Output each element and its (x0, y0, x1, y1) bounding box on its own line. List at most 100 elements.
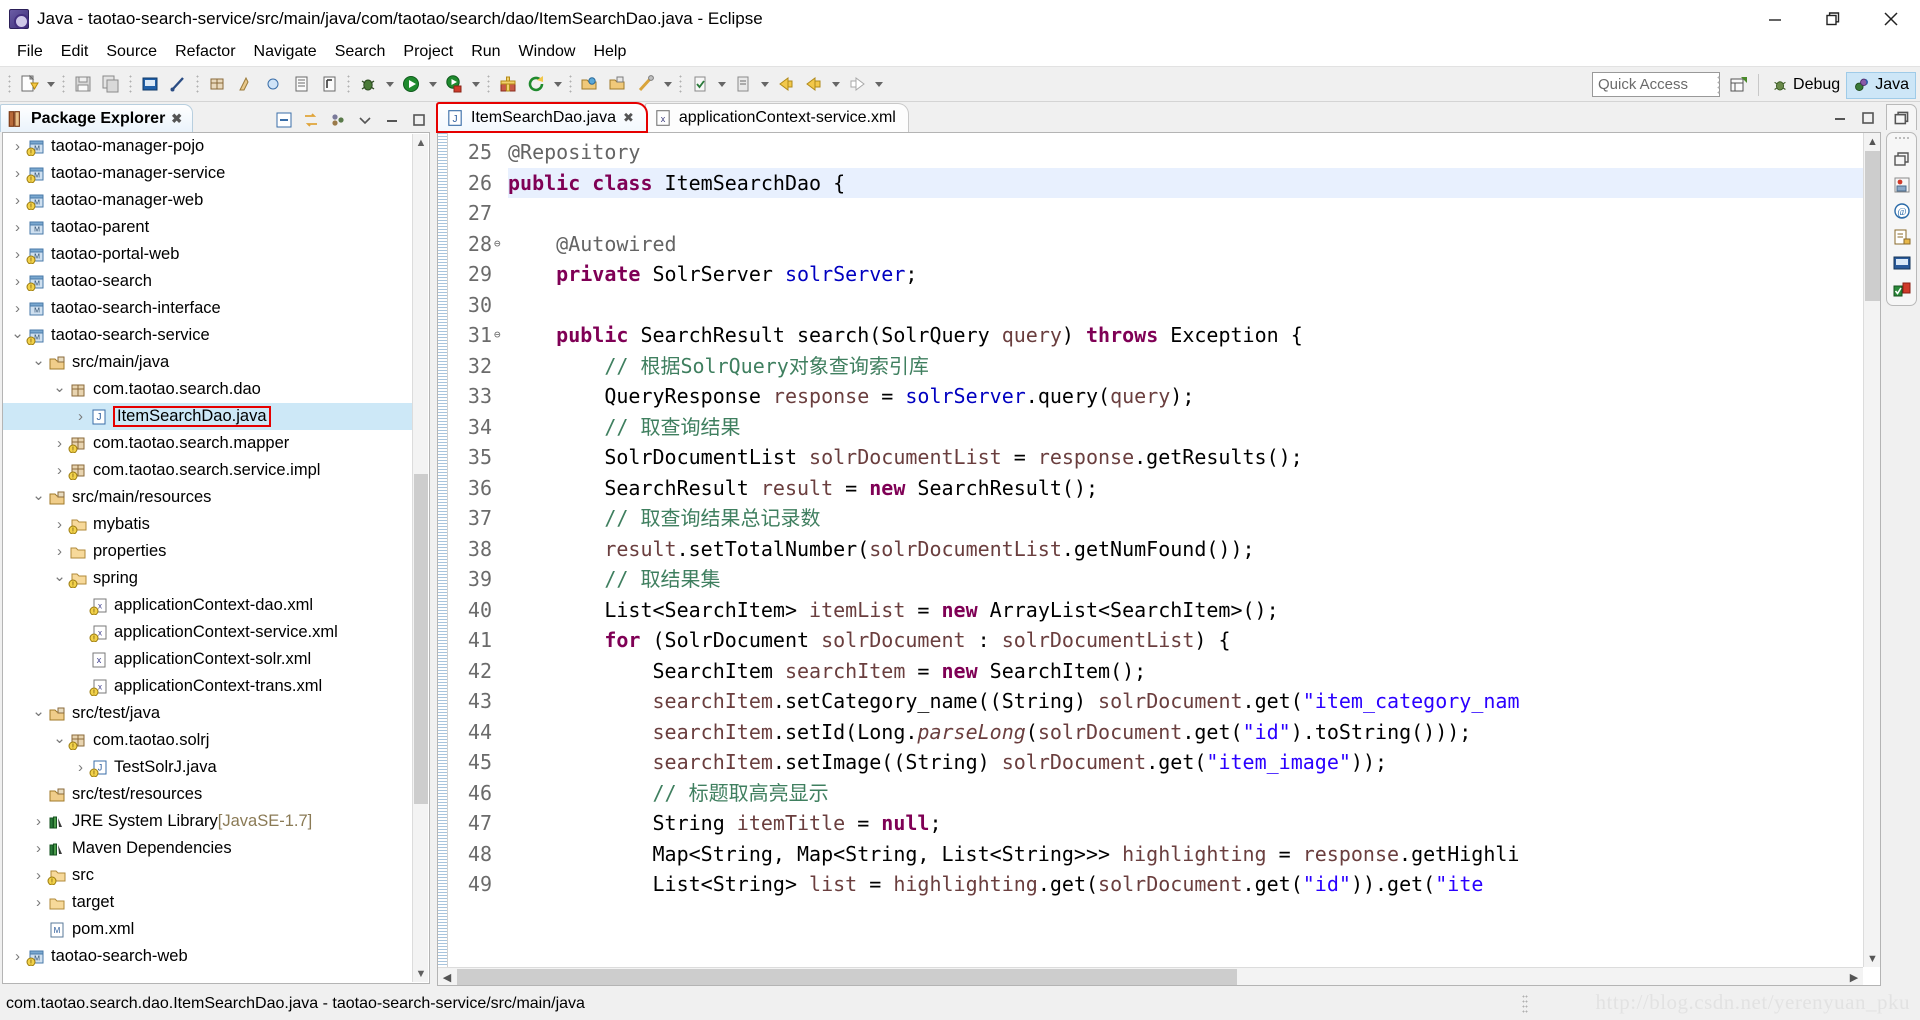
package-explorer-tree[interactable]: › M! taotao-manager-pojo › M! taotao-manager-… (2, 132, 430, 984)
menu-edit[interactable]: Edit (52, 41, 98, 63)
chevron-right-icon[interactable]: › (30, 813, 47, 830)
toolbar-grip[interactable] (6, 73, 13, 95)
tree-item-taotao-search-web[interactable]: › M! taotao-search-web (3, 943, 412, 970)
toolbar-grip-7[interactable] (567, 73, 574, 95)
gift-icon[interactable] (495, 71, 521, 97)
editor-vertical-scrollbar[interactable]: ▲ ▼ (1863, 133, 1880, 967)
scroll-down-icon[interactable]: ▼ (1864, 950, 1880, 967)
toolbar-grip-5[interactable] (345, 73, 352, 95)
scroll-up-icon[interactable]: ▲ (1864, 133, 1880, 150)
tab-package-explorer[interactable]: Package Explorer ✖ (0, 104, 194, 132)
code-line[interactable]: searchItem.setImage((String) solrDocumen… (508, 747, 1880, 778)
close-icon[interactable]: ✖ (623, 110, 634, 126)
collapse-all-icon[interactable] (275, 111, 293, 129)
code-line[interactable]: @Repository (508, 137, 1880, 168)
chevron-right-icon[interactable]: › (30, 840, 47, 857)
menu-source[interactable]: Source (97, 41, 166, 63)
coverage-icon[interactable] (605, 71, 631, 97)
run-icon[interactable] (398, 71, 424, 97)
tree-item-maven-dependencies[interactable]: › Maven Dependencies (3, 835, 412, 862)
tree-item-com-taotao-search-mapper[interactable]: ›! com.taotao.search.mapper (3, 430, 412, 457)
tree-item-com-taotao-search-service-impl[interactable]: ›! com.taotao.search.service.impl (3, 457, 412, 484)
menu-file[interactable]: File (8, 41, 52, 63)
chevron-right-icon[interactable]: › (51, 462, 68, 479)
tree-item-mybatis[interactable]: ›! mybatis (3, 511, 412, 538)
chevron-right-icon[interactable]: › (9, 948, 26, 965)
chevron-right-icon[interactable]: › (9, 192, 26, 209)
open-type-icon[interactable] (288, 71, 314, 97)
chevron-down-icon[interactable]: ⌄ (51, 567, 68, 585)
scroll-right-icon[interactable]: ▶ (1845, 968, 1863, 985)
junit-view-icon[interactable] (1892, 279, 1912, 299)
tree-item-src-test-java[interactable]: ⌄ src/test/java (3, 700, 412, 727)
maximize-icon[interactable] (410, 111, 428, 129)
tree-item-taotao-parent[interactable]: › Mtaotao-parent (3, 214, 412, 241)
minimize-icon[interactable] (1831, 109, 1849, 127)
marker-icon[interactable] (633, 71, 659, 97)
code-line[interactable]: @Autowired (508, 229, 1880, 260)
chevron-right-icon[interactable]: › (9, 165, 26, 182)
forward-arrow-icon[interactable] (844, 71, 870, 97)
back-arrow-plain-icon[interactable] (801, 71, 827, 97)
menu-navigate[interactable]: Navigate (245, 41, 326, 63)
tree-item-testsolrj-java[interactable]: › J! TestSolrJ.java (3, 754, 412, 781)
minimize-button[interactable] (1746, 0, 1804, 38)
code-text[interactable]: @Repository public class ItemSearchDao { … (508, 133, 1880, 985)
code-line[interactable]: String itemTitle = null; (508, 808, 1880, 839)
refresh-dropdown-icon[interactable] (550, 71, 565, 97)
view-menu-icon[interactable] (329, 111, 347, 129)
chevron-right-icon[interactable]: › (30, 867, 47, 884)
code-line[interactable]: public class ItemSearchDao { (508, 167, 1880, 198)
tree-item-properties[interactable]: › properties (3, 538, 412, 565)
close-icon[interactable]: ✖ (171, 111, 182, 127)
toolbar-grip-2[interactable] (60, 73, 67, 95)
chevron-right-icon[interactable]: › (30, 894, 47, 911)
code-line[interactable]: // 根据SolrQuery对象查询索引库 (508, 351, 1880, 382)
toolbar-grip-3[interactable] (127, 73, 134, 95)
open-perspective-icon[interactable] (1725, 72, 1751, 98)
chevron-right-icon[interactable]: › (51, 516, 68, 533)
scroll-thumb-horizontal[interactable] (457, 969, 1237, 985)
new-file-dropdown-icon[interactable] (43, 71, 58, 97)
restore-view-icon[interactable] (1892, 149, 1912, 169)
prev-annotation-icon[interactable] (730, 71, 756, 97)
tree-item-target[interactable]: › target (3, 889, 412, 916)
chevron-down-icon[interactable]: ⌄ (30, 702, 47, 720)
chevron-right-icon[interactable]: › (9, 273, 26, 290)
code-line[interactable]: List<String> list = highlighting.get(sol… (508, 869, 1880, 900)
print-icon[interactable] (137, 71, 163, 97)
code-line[interactable]: SearchResult result = new SearchResult()… (508, 473, 1880, 504)
tree-vertical-scrollbar[interactable]: ▲ ▼ (412, 134, 428, 982)
code-line[interactable]: searchItem.setCategory_name((String) sol… (508, 686, 1880, 717)
code-line[interactable]: // 取查询结果总记录数 (508, 503, 1880, 534)
chevron-right-icon[interactable]: › (9, 138, 26, 155)
code-line[interactable]: for (SolrDocument solrDocument : solrDoc… (508, 625, 1880, 656)
menu-search[interactable]: Search (326, 41, 395, 63)
restore-button[interactable] (1804, 0, 1862, 38)
save-all-icon[interactable] (98, 71, 124, 97)
tree-item-pom-xml[interactable]: Mpom.xml (3, 916, 412, 943)
menu-window[interactable]: Window (510, 41, 585, 63)
chevron-down-icon[interactable]: ⌄ (30, 486, 47, 504)
code-line[interactable] (508, 290, 1880, 321)
scroll-thumb[interactable] (414, 474, 428, 804)
annotation-ruler[interactable] (438, 133, 448, 985)
tree-item-src-main-resources[interactable]: ⌄ src/main/resources (3, 484, 412, 511)
tree-item-taotao-manager-pojo[interactable]: › M! taotao-manager-pojo (3, 133, 412, 160)
perspective-grip[interactable] (1715, 74, 1723, 96)
editor-horizontal-scrollbar[interactable]: ◀ ▶ (438, 967, 1863, 985)
restore-view-button[interactable] (1886, 104, 1917, 130)
minimize-icon[interactable] (383, 111, 401, 129)
toolbar-grip-8[interactable] (677, 73, 684, 95)
next-annotation-icon[interactable] (687, 71, 713, 97)
forward-dropdown-icon[interactable] (871, 71, 886, 97)
tree-item-applicationcontext-trans-xml[interactable]: x! applicationContext-trans.xml (3, 673, 412, 700)
tab-applicationcontext-service-xml[interactable]: x applicationContext-service.xml (644, 103, 909, 132)
run-tool-icon[interactable] (441, 71, 467, 97)
status-grip[interactable] (1522, 994, 1528, 1014)
link-editor-icon[interactable] (302, 111, 320, 129)
tree-item-src[interactable]: ›! src (3, 862, 412, 889)
pen-icon[interactable] (165, 71, 191, 97)
perspective-java-button[interactable]: Java (1846, 71, 1916, 99)
tree-item-itemsearchdao-java[interactable]: › J ItemSearchDao.java (3, 403, 412, 430)
